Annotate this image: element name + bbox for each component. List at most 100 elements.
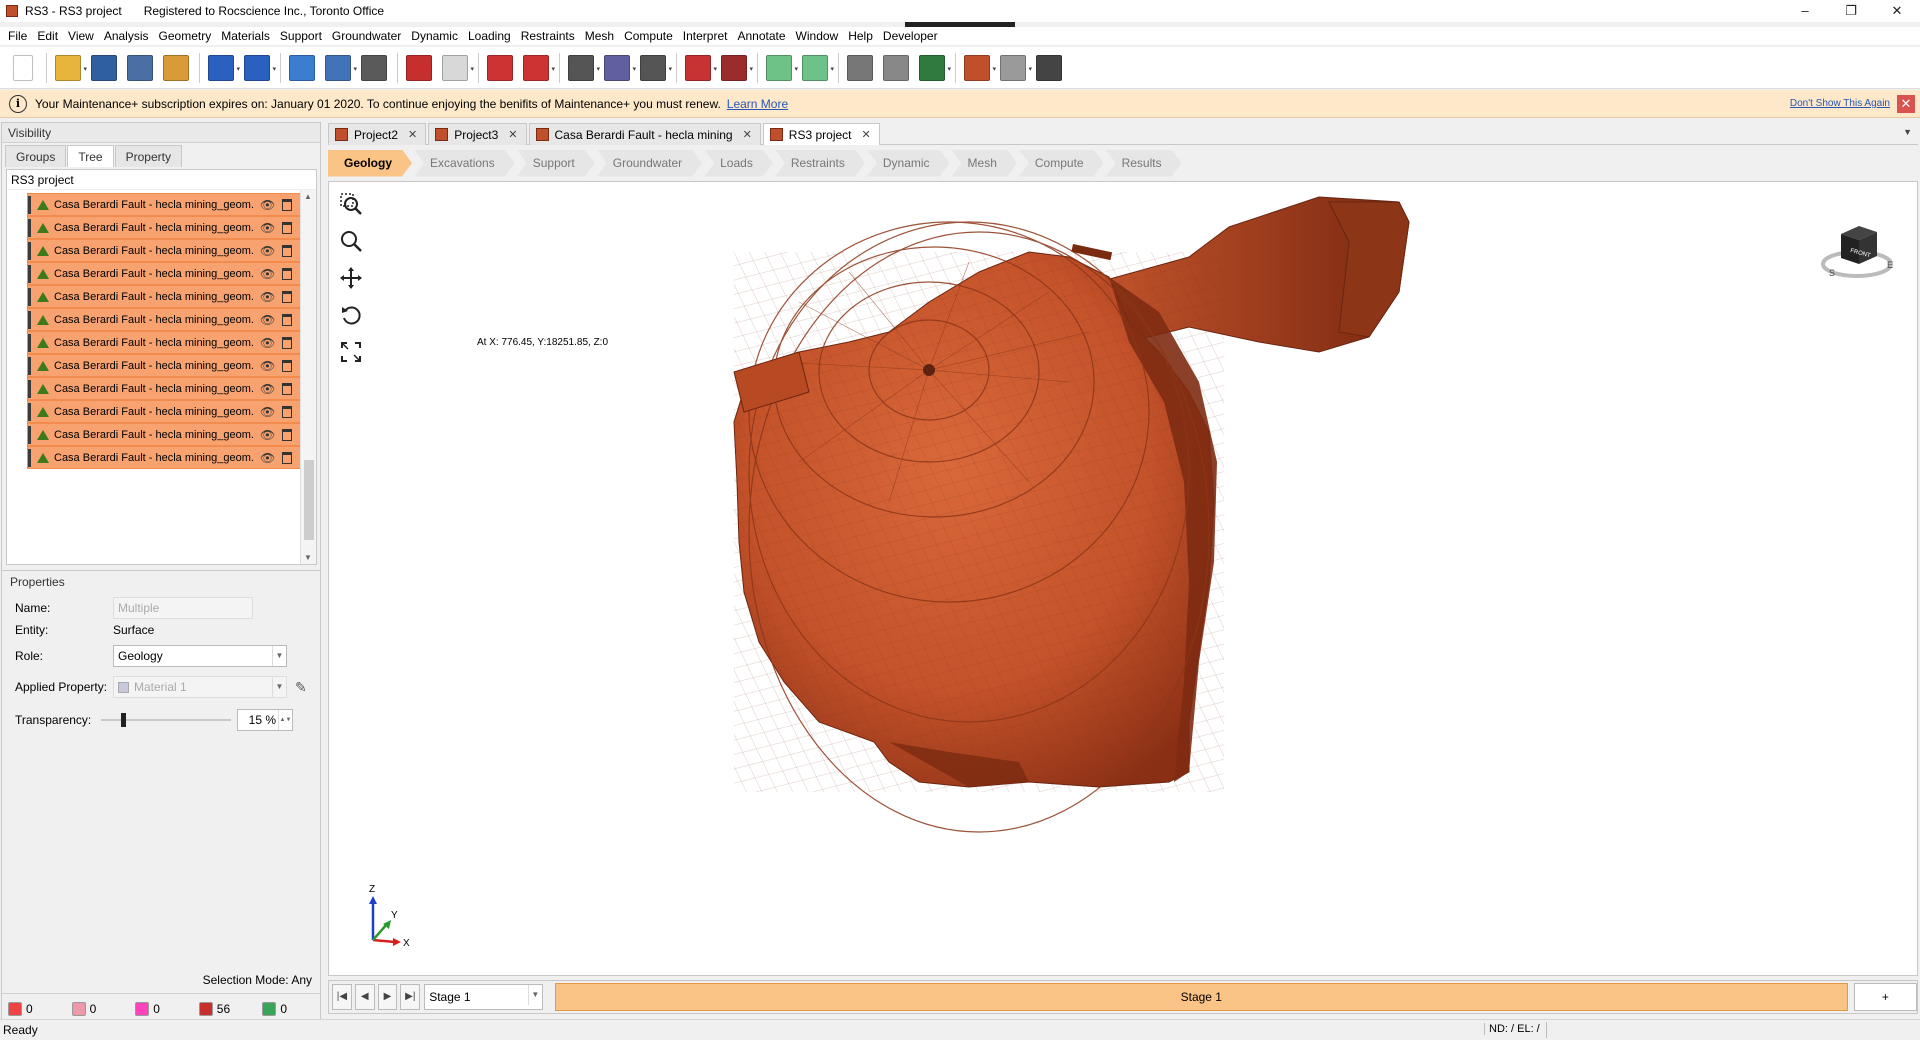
delete-icon[interactable] xyxy=(282,198,292,211)
tabs-menu-icon[interactable]: ▼ xyxy=(1903,127,1912,137)
edit-pencil-icon[interactable]: ✎ xyxy=(295,679,307,696)
delete-icon[interactable] xyxy=(282,382,292,395)
applied-property-select[interactable]: Material 1 ▼ xyxy=(113,676,287,698)
menu-window[interactable]: Window xyxy=(796,29,839,43)
menu-annotate[interactable]: Annotate xyxy=(737,29,785,43)
dropdown-arrow-icon[interactable]: ▾ xyxy=(470,65,474,73)
visibility-eye-icon[interactable]: 👁 xyxy=(260,336,275,350)
red-block-button[interactable] xyxy=(402,51,436,85)
transparency-input[interactable]: 15 % ▲▼ xyxy=(237,709,293,731)
selection-lock-button[interactable] xyxy=(483,51,517,85)
close-tab-icon[interactable]: ✕ xyxy=(408,128,417,141)
import-button[interactable]: ▾ xyxy=(636,51,672,85)
sphere-green-button[interactable]: ▾ xyxy=(762,51,798,85)
tree-item[interactable]: Casa Berardi Fault - hecla mining_geom.D… xyxy=(27,446,302,469)
visibility-eye-icon[interactable]: 👁 xyxy=(260,267,275,281)
print-button[interactable] xyxy=(123,51,157,85)
document-tab[interactable]: Project2 ✕ xyxy=(328,123,427,145)
workflow-tab-compute[interactable]: Compute xyxy=(1019,150,1104,177)
stage-select[interactable]: Stage 1 ▼ xyxy=(424,984,543,1010)
delete-icon[interactable] xyxy=(282,405,292,418)
delete-icon[interactable] xyxy=(282,428,292,441)
tab-tree[interactable]: Tree xyxy=(67,145,114,167)
workflow-tab-results[interactable]: Results xyxy=(1106,150,1182,177)
close-tab-icon[interactable]: ✕ xyxy=(862,128,871,141)
document-tab[interactable]: Casa Berardi Fault - hecla mining ✕ xyxy=(528,123,761,145)
box-button[interactable]: ▾ xyxy=(438,51,474,85)
document-tab[interactable]: Project3 ✕ xyxy=(428,123,527,145)
menu-loading[interactable]: Loading xyxy=(468,29,511,43)
chart-button[interactable] xyxy=(879,51,913,85)
delete-icon[interactable] xyxy=(282,451,292,464)
visibility-eye-icon[interactable]: 👁 xyxy=(260,405,275,419)
view-cube[interactable]: FRONT S E xyxy=(1817,212,1897,295)
workflow-tab-loads[interactable]: Loads xyxy=(704,150,773,177)
slider-knob[interactable] xyxy=(121,713,126,727)
close-tab-icon[interactable]: ✕ xyxy=(508,128,517,141)
menu-view[interactable]: View xyxy=(68,29,94,43)
dropdown-arrow-icon[interactable]: ▾ xyxy=(668,65,672,73)
menu-mesh[interactable]: Mesh xyxy=(585,29,614,43)
tree-item[interactable]: Casa Berardi Fault - hecla mining_geom.D… xyxy=(27,285,302,308)
tree-item[interactable]: Casa Berardi Fault - hecla mining_geom.D… xyxy=(27,423,302,446)
menu-edit[interactable]: Edit xyxy=(37,29,58,43)
export-button[interactable] xyxy=(159,51,193,85)
tree-item[interactable]: Casa Berardi Fault - hecla mining_geom.D… xyxy=(27,331,302,354)
undo-button[interactable]: ▾ xyxy=(204,51,240,85)
role-select[interactable]: Geology ▼ xyxy=(113,645,287,667)
tree-item[interactable]: Casa Berardi Fault - hecla mining_geom.D… xyxy=(27,239,302,262)
workflow-tab-geology[interactable]: Geology xyxy=(328,150,412,177)
add-stage-button[interactable]: + xyxy=(1853,983,1918,1011)
menu-geometry[interactable]: Geometry xyxy=(159,29,212,43)
section-button[interactable]: ▾ xyxy=(717,51,753,85)
dropdown-arrow-icon[interactable]: ▾ xyxy=(272,65,276,73)
menu-developer[interactable]: Developer xyxy=(883,29,938,43)
layers-button[interactable] xyxy=(843,51,877,85)
open-folder-button[interactable]: ▾ xyxy=(51,51,87,85)
first-stage-button[interactable]: |◀ xyxy=(332,984,352,1010)
minimize-button[interactable]: – xyxy=(1782,0,1828,22)
close-window-button[interactable]: ✕ xyxy=(1874,0,1920,22)
delete-icon[interactable] xyxy=(282,313,292,326)
tree-item[interactable]: Casa Berardi Fault - hecla mining_geom.D… xyxy=(27,377,302,400)
sphere-green2-button[interactable]: ▾ xyxy=(798,51,834,85)
cube-red-button[interactable]: ▾ xyxy=(681,51,717,85)
tree-item[interactable]: Casa Berardi Fault - hecla mining_geom.D… xyxy=(27,193,302,216)
last-stage-button[interactable]: ▶| xyxy=(400,984,421,1010)
menu-materials[interactable]: Materials xyxy=(221,29,270,43)
grid-view-button[interactable] xyxy=(285,51,319,85)
visibility-eye-icon[interactable]: 👁 xyxy=(260,313,275,327)
pen-button[interactable]: ▾ xyxy=(564,51,600,85)
delete-icon[interactable] xyxy=(282,359,292,372)
stage-tab[interactable]: Stage 1 xyxy=(554,983,1848,1011)
menu-analysis[interactable]: Analysis xyxy=(104,29,149,43)
selection-clear-button[interactable]: ▾ xyxy=(519,51,555,85)
visibility-eye-icon[interactable]: 👁 xyxy=(260,290,275,304)
image-button[interactable]: ▾ xyxy=(321,51,357,85)
tree-item[interactable]: Casa Berardi Fault - hecla mining_geom.D… xyxy=(27,308,302,331)
scroll-thumb[interactable] xyxy=(304,460,314,540)
name-field[interactable]: Multiple xyxy=(113,597,253,619)
next-stage-button[interactable]: ▶ xyxy=(377,984,398,1010)
visibility-eye-icon[interactable]: 👁 xyxy=(260,244,275,258)
transparency-slider[interactable] xyxy=(101,713,231,727)
menu-restraints[interactable]: Restraints xyxy=(521,29,575,43)
tree-item[interactable]: Casa Berardi Fault - hecla mining_geom.D… xyxy=(27,216,302,239)
workflow-tab-dynamic[interactable]: Dynamic xyxy=(867,150,950,177)
tab-property[interactable]: Property xyxy=(114,145,182,167)
geology-model[interactable] xyxy=(329,182,1918,976)
scroll-up-icon[interactable]: ▲ xyxy=(304,192,312,201)
menu-groundwater[interactable]: Groundwater xyxy=(332,29,401,43)
delete-icon[interactable] xyxy=(282,336,292,349)
notice-close-button[interactable]: ✕ xyxy=(1897,95,1915,113)
wand-button[interactable] xyxy=(357,51,391,85)
visibility-eye-icon[interactable]: 👁 xyxy=(260,198,275,212)
menu-dynamic[interactable]: Dynamic xyxy=(411,29,458,43)
tree-item[interactable]: Casa Berardi Fault - hecla mining_geom.D… xyxy=(27,354,302,377)
shapes-button[interactable]: ▾ xyxy=(600,51,636,85)
workflow-tab-restraints[interactable]: Restraints xyxy=(775,150,865,177)
delete-icon[interactable] xyxy=(282,244,292,257)
menu-compute[interactable]: Compute xyxy=(624,29,673,43)
prev-stage-button[interactable]: ◀ xyxy=(354,984,375,1010)
visibility-eye-icon[interactable]: 👁 xyxy=(260,221,275,235)
